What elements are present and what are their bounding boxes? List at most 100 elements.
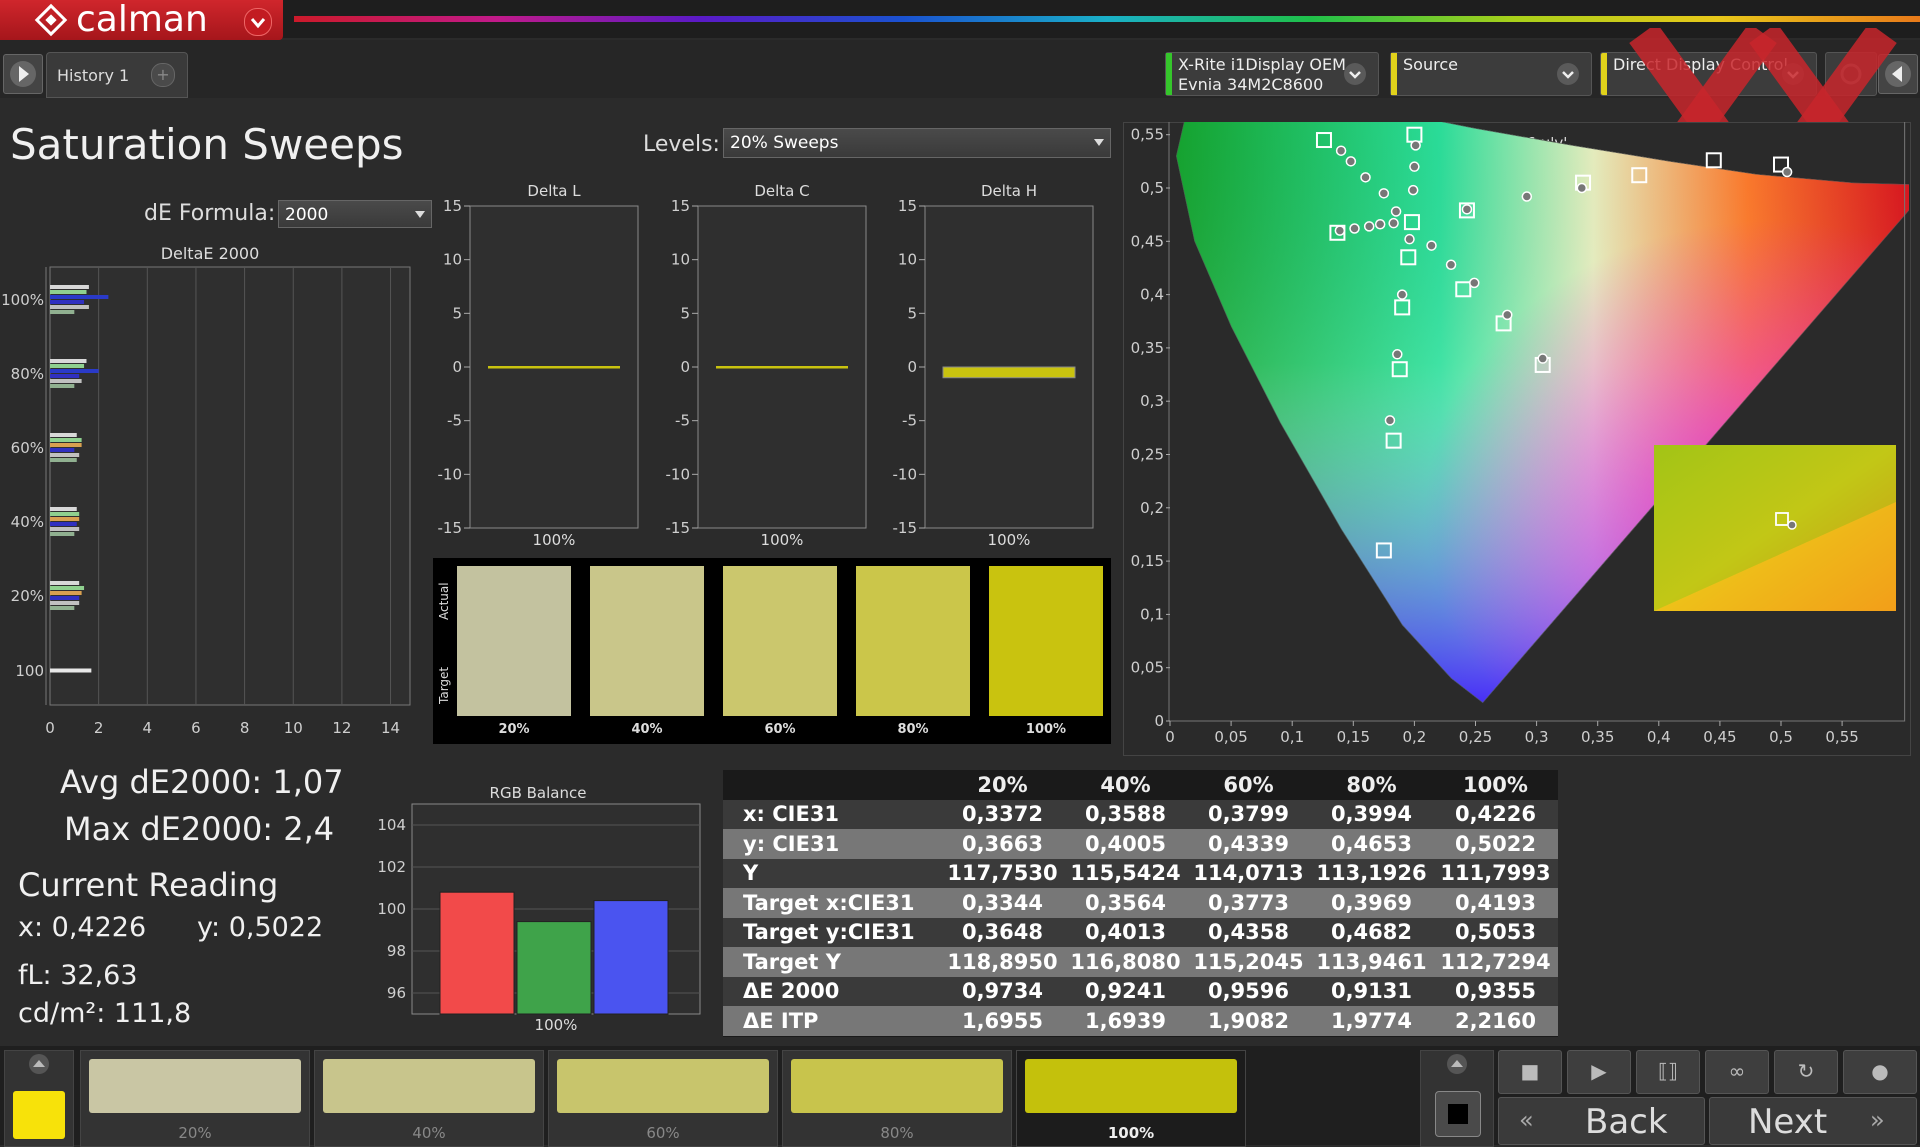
table-cell: 0,9241 <box>1084 979 1167 1004</box>
de-formula-dropdown[interactable]: 2000 <box>278 200 432 228</box>
deltae-bar <box>50 527 80 531</box>
bottom-patch-swatch <box>1025 1059 1237 1113</box>
cie-y-tick: 0,3 <box>1140 392 1164 410</box>
bottom-patch-tile[interactable]: 40% <box>314 1050 544 1147</box>
cie-measured-marker <box>1360 172 1371 183</box>
table-cell: 0,3372 <box>961 802 1044 827</box>
color-swatch <box>457 566 571 716</box>
table-cell: 0,3344 <box>961 890 1044 915</box>
deltae-y-label: 40% <box>11 513 44 531</box>
display-control-status-stripe <box>1601 53 1607 95</box>
delta-lch-charts: Delta L 15 10 5 0 -5 -10 -15 100% Delta C 15 10 5 0 -5… <box>438 182 1094 549</box>
cie-y-tick: 0,1 <box>1140 605 1164 623</box>
deltae-plot-area <box>49 266 411 706</box>
table-cell: 0,4226 <box>1454 802 1537 827</box>
calman-logo[interactable]: calman <box>0 0 283 40</box>
tab-history[interactable]: History 1 + <box>46 52 188 98</box>
bottom-patch-tile[interactable]: 80% <box>782 1050 1012 1147</box>
cie-measured-marker <box>1407 184 1419 196</box>
swatch-label: 100% <box>1025 722 1067 737</box>
bottom-patch-swatch <box>791 1059 1003 1113</box>
deltae-y-label: 80% <box>11 365 44 383</box>
bottom-patch-label: 60% <box>646 1124 680 1142</box>
table-cell: 0,3564 <box>1084 890 1167 915</box>
swatch-panel: Actual Target 20% 40% 60% 80% 100% <box>433 558 1111 744</box>
deltae-grid <box>45 266 411 706</box>
cie-x-tick: 0,15 <box>1337 728 1370 746</box>
levels-label: Levels: <box>643 132 720 157</box>
table-cell: 0,3648 <box>961 920 1044 945</box>
stop-button[interactable] <box>1435 1091 1481 1137</box>
deltae-chart-title: DeltaE 2000 <box>161 244 260 263</box>
chevron-up-icon[interactable] <box>1421 1051 1493 1077</box>
cie-zoom-inset <box>1654 445 1896 611</box>
meter-selector[interactable]: X-Rite i1Display OEM Evnia 34M2C8600 <box>1165 52 1379 96</box>
delta-y-tick: 10 <box>898 251 917 269</box>
bottom-patch-tile[interactable]: 20% <box>80 1050 310 1147</box>
options-button[interactable]: ● <box>1843 1050 1917 1094</box>
cie-x-tick: 0,55 <box>1825 728 1858 746</box>
delta-y-tick: 5 <box>907 304 917 322</box>
continuous-button[interactable]: ∞ <box>1705 1050 1769 1094</box>
table-cell: 115,2045 <box>1193 949 1304 974</box>
cie-x-tick: 0,35 <box>1581 728 1614 746</box>
cie-x-tick: 0,45 <box>1703 728 1736 746</box>
tab-history-label: History 1 <box>57 66 130 85</box>
deltae-bar <box>50 606 75 610</box>
cie-y-tick: 0,55 <box>1131 126 1164 144</box>
cie-measured-marker <box>1404 233 1415 245</box>
chevron-up-icon[interactable] <box>5 1051 73 1077</box>
logo-menu-button[interactable] <box>244 8 272 36</box>
chevron-down-icon[interactable] <box>1344 63 1366 85</box>
deltae-bar <box>50 384 75 388</box>
back-button[interactable]: « Back <box>1498 1097 1705 1145</box>
bottom-patch-label: 80% <box>880 1124 914 1142</box>
bottom-patch-tile[interactable]: 100% <box>1016 1050 1246 1147</box>
luminance-cdm2-value: cd/m²: 111,8 <box>18 998 192 1029</box>
deltae-bar <box>50 512 80 516</box>
read-series-button[interactable]: ⟦⟧ <box>1636 1050 1700 1094</box>
cie-target-marker <box>1705 152 1722 169</box>
delta-x-label: 100% <box>533 531 576 549</box>
source-selector[interactable]: Source <box>1390 52 1592 96</box>
table-cell: 2,2160 <box>1454 1008 1537 1033</box>
stop-measure-button[interactable]: ■ <box>1498 1050 1562 1094</box>
table-cell: 118,8950 <box>947 949 1058 974</box>
deltae-bar <box>50 310 75 314</box>
table-header-cell: 100% <box>1463 772 1528 797</box>
de-formula-value: 2000 <box>285 205 329 225</box>
data-table-panel: 20% 40% 60% 80% 100% x: CIE31 0,3372 0,3588 0,37… <box>723 770 1558 1037</box>
rgb-y-tick: 102 <box>377 858 406 876</box>
table-cell: 115,5424 <box>1070 861 1181 886</box>
swatch-label: 40% <box>631 722 663 737</box>
table-cell: 0,3663 <box>961 831 1044 856</box>
table-row: Target y:CIE31 0,3648 0,4013 0,4358 0,4682 0,… <box>723 917 1558 947</box>
delta-y-tick: 15 <box>898 197 917 215</box>
add-tab-button[interactable]: + <box>151 63 175 87</box>
deltae-bar <box>50 448 75 452</box>
deltae-bar <box>50 443 82 447</box>
deltae-bar <box>50 453 80 457</box>
cie-measured-marker <box>1409 161 1420 172</box>
table-cell: 0,4653 <box>1330 831 1413 856</box>
table-cell: 0,9131 <box>1330 979 1413 1004</box>
delta-chart-delta-h: Delta H 15 10 5 0 -5 -10 -15 100% <box>893 182 1094 549</box>
forward-button[interactable] <box>3 54 43 94</box>
refresh-button[interactable]: ↻ <box>1774 1050 1838 1094</box>
delta-y-tick: -15 <box>438 519 463 537</box>
levels-dropdown[interactable]: 20% Sweeps <box>723 128 1111 158</box>
rgb-balance-chart: RGB Balance 104 102 100 98 96 100% <box>377 784 701 1034</box>
play-button[interactable]: ▶ <box>1567 1050 1631 1094</box>
cie-x-tick: 0,4 <box>1647 728 1671 746</box>
current-color-swatch <box>13 1091 65 1139</box>
deltae-bar <box>50 364 85 368</box>
delta-y-tick: 10 <box>671 251 690 269</box>
table-cell: 1,9774 <box>1330 1008 1413 1033</box>
chevron-down-icon[interactable] <box>1557 63 1579 85</box>
bottom-patch-tile[interactable]: 60% <box>548 1050 778 1147</box>
deltae-bar <box>50 507 77 511</box>
max-de-value: Max dE2000: 2,4 <box>64 810 335 848</box>
delta-chart-delta-l: Delta L 15 10 5 0 -5 -10 -15 100% <box>438 182 639 549</box>
table-cell: 0,4358 <box>1207 920 1290 945</box>
next-button[interactable]: Next » <box>1709 1097 1917 1145</box>
